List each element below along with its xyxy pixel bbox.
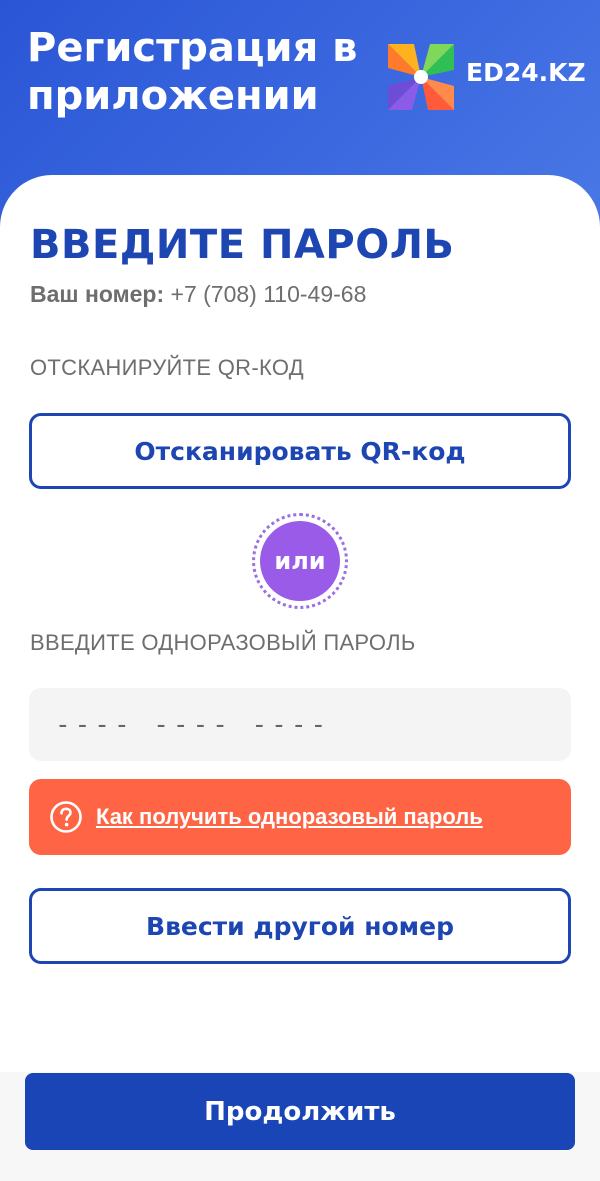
or-label: или	[260, 521, 340, 601]
phone-number-line: Ваш номер: +7 (708) 110-49-68	[30, 281, 366, 308]
scan-qr-button[interactable]: Отсканировать QR-код	[29, 413, 571, 489]
qr-section-label: ОТСКАНИРУЙТЕ QR-КОД	[30, 355, 304, 380]
continue-button[interactable]: Продолжить	[25, 1073, 575, 1150]
otp-input[interactable]	[29, 688, 571, 761]
help-link-text[interactable]: Как получить одноразовый пароль	[96, 804, 483, 830]
header-title: Регистрация в приложении	[27, 25, 358, 119]
brand-name: ED24.KZ	[466, 58, 586, 87]
content-card	[0, 175, 600, 1181]
help-otp-link[interactable]: Как получить одноразовый пароль	[29, 779, 571, 855]
phone-label: Ваш номер:	[30, 281, 165, 307]
question-circle-icon	[50, 801, 82, 833]
page-title: ВВЕДИТЕ ПАРОЛЬ	[30, 222, 455, 268]
phone-value: +7 (708) 110-49-68	[170, 281, 367, 307]
or-separator: или	[252, 513, 348, 609]
other-number-button[interactable]: Ввести другой номер	[29, 888, 571, 964]
pinwheel-logo-icon	[388, 44, 454, 110]
otp-section-label: ВВЕДИТЕ ОДНОРАЗОВЫЙ ПАРОЛЬ	[30, 630, 416, 655]
